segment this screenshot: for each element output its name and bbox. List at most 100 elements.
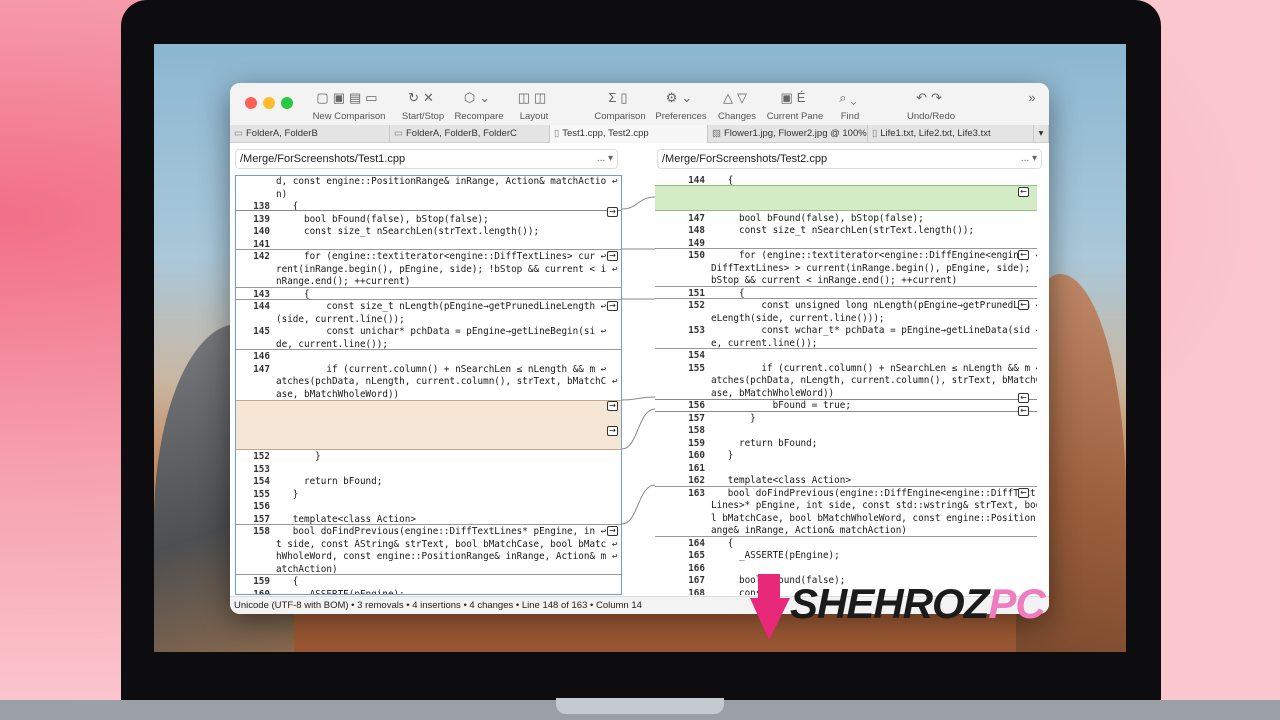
copy-right-arrow-icon[interactable]: → bbox=[607, 526, 618, 536]
chevron-right-double-icon: » bbox=[1028, 90, 1040, 105]
line-number: 140 bbox=[253, 226, 270, 237]
image-icon: ▨ bbox=[712, 128, 721, 139]
copy-right-arrow-icon[interactable]: → bbox=[607, 251, 618, 261]
code-text: n) bbox=[276, 188, 288, 200]
tab-test-cpp[interactable]: ▯ Test1.cpp, Test2.cpp bbox=[550, 125, 708, 143]
copy-right-arrow-icon[interactable]: → bbox=[607, 426, 618, 436]
code-line: 161 bbox=[655, 463, 1037, 476]
connector-line bbox=[622, 196, 655, 210]
code-line: 138 { bbox=[236, 201, 621, 214]
new-comparison-icons: ▢▣▤▭ bbox=[316, 90, 382, 105]
path-menu-button[interactable]: ... ▾ bbox=[1021, 150, 1037, 168]
code-line: 147 if (current.column() + nSearchLen ≤ … bbox=[236, 364, 621, 377]
line-number: 139 bbox=[253, 213, 270, 225]
tab-flower-jpg[interactable]: ▨ Flower1.jpg, Flower2.jpg @ 100% bbox=[708, 125, 868, 143]
minimize-window-button[interactable] bbox=[263, 97, 275, 109]
code-line: atches(pchData, nLength, current.column(… bbox=[236, 376, 621, 389]
copy-left-arrow-icon[interactable]: ← bbox=[1018, 393, 1029, 403]
right-file-path[interactable]: /Merge/ForScreenshots/Test2.cpp... ▾ bbox=[657, 149, 1042, 169]
tab-overflow-button[interactable]: ▾ bbox=[1034, 125, 1049, 143]
code-line: 147 bool bFound(false), bStop(false); bbox=[655, 213, 1037, 226]
document-icon: ▯ bbox=[554, 128, 560, 139]
copy-left-arrow-icon[interactable]: ← bbox=[1018, 250, 1029, 260]
code-text: atches(pchData, nLength, current.column(… bbox=[276, 376, 618, 387]
path-menu-button[interactable]: ... ▾ bbox=[597, 150, 613, 168]
recompare-button[interactable]: ⬡⌄ Recompare bbox=[453, 90, 505, 122]
preferences-button[interactable]: ⚙⌄ Preferences bbox=[654, 90, 708, 122]
toolbar: ▢▣▤▭ New Comparison ↻✕ Start/Stop ⬡⌄ Recomp… bbox=[230, 83, 1049, 125]
code-text: return bFound; bbox=[276, 476, 383, 487]
line-number: 154 bbox=[688, 350, 705, 361]
code-text: atches(pchData, nLength, current.column(… bbox=[711, 375, 1037, 386]
copy-left-arrow-icon[interactable]: ← bbox=[1018, 187, 1029, 197]
line-number: 148 bbox=[688, 225, 705, 236]
line-number: 158 bbox=[688, 425, 705, 436]
diff-change-block bbox=[236, 524, 621, 575]
left-code-pane[interactable]: 160 _ASSERTE(pEngine); 159 {atchAction) hW… bbox=[235, 175, 622, 595]
code-text: { bbox=[276, 576, 299, 587]
line-number: 164 bbox=[688, 537, 705, 549]
line-number: 166 bbox=[688, 562, 705, 574]
copy-right-arrow-icon[interactable]: → bbox=[607, 301, 618, 311]
line-number: 147 bbox=[253, 363, 270, 375]
code-line: 157 } bbox=[655, 413, 1037, 426]
code-text: } bbox=[711, 412, 756, 424]
right-code-pane[interactable]: 168 const 167 bool bFound(false); 166 165 _… bbox=[655, 175, 1037, 595]
code-text: { bbox=[276, 288, 310, 300]
start-stop-button[interactable]: ↻✕ Start/Stop bbox=[400, 90, 446, 122]
changes-icons: △▽ bbox=[723, 90, 751, 105]
left-file-path[interactable]: /Merge/ForScreenshots/Test1.cpp... ▾ bbox=[235, 149, 618, 169]
copy-left-arrow-icon[interactable]: ← bbox=[1018, 406, 1029, 416]
diff-separator bbox=[655, 399, 1037, 400]
line-number: 160 bbox=[253, 588, 270, 595]
zoom-window-button[interactable] bbox=[281, 97, 293, 109]
code-line: 159 return bFound; bbox=[655, 438, 1037, 451]
gear-icon: ⚙⌄ bbox=[665, 90, 697, 105]
line-number: 155 bbox=[688, 362, 705, 374]
line-number: 159 bbox=[688, 437, 705, 449]
code-text: } bbox=[276, 488, 299, 500]
code-text: if (current.column() + nSearchLen ≤ nLen… bbox=[711, 362, 1037, 374]
diff-change-block bbox=[236, 299, 621, 350]
tab-folder-ab[interactable]: ▭ FolderA, FolderB bbox=[230, 125, 390, 143]
line-number: 167 bbox=[688, 575, 705, 586]
code-text: } bbox=[276, 451, 321, 462]
code-text: const size_t nSearchLen(strText.length()… bbox=[711, 225, 975, 236]
code-line: atches(pchData, nLength, current.column(… bbox=[655, 375, 1037, 388]
code-text: { bbox=[711, 537, 734, 549]
copy-right-arrow-icon[interactable]: → bbox=[607, 401, 618, 411]
layout-icons: ◫◫ bbox=[517, 90, 551, 105]
code-line: 152 } bbox=[236, 451, 621, 464]
recompare-icon: ⬡⌄ bbox=[463, 90, 495, 105]
copy-left-arrow-icon[interactable]: ← bbox=[1018, 488, 1029, 498]
current-pane-button[interactable]: ▣É Current Pane bbox=[766, 90, 824, 122]
code-text: bool bFound(false), bStop(false); bbox=[711, 212, 924, 224]
code-line: 154 return bFound; bbox=[236, 476, 621, 489]
tab-life-txt[interactable]: ▯ Life1.txt, Life2.txt, Life3.txt bbox=[868, 125, 1034, 143]
code-line: 160 _ASSERTE(pEngine); bbox=[236, 588, 621, 595]
line-number: 168 bbox=[688, 587, 705, 596]
code-line: 159 { bbox=[236, 576, 621, 589]
diff-separator bbox=[655, 411, 1037, 412]
diff-change-block bbox=[655, 486, 1037, 537]
changes-button[interactable]: △▽ Changes bbox=[716, 90, 758, 122]
layout-button[interactable]: ◫◫ Layout bbox=[512, 90, 556, 122]
copy-right-arrow-icon[interactable]: → bbox=[607, 207, 618, 217]
copy-left-arrow-icon[interactable]: ← bbox=[1018, 300, 1029, 310]
laptop-notch bbox=[556, 698, 724, 714]
code-text: bool bFound(false), bStop(false); bbox=[276, 213, 489, 225]
code-line: 164 { bbox=[655, 538, 1037, 551]
line-number: 152 bbox=[253, 451, 270, 462]
find-button[interactable]: ⌕⌄ Find bbox=[832, 90, 868, 122]
tab-folder-abc[interactable]: ▭ FolderA, FolderB, FolderC bbox=[390, 125, 550, 143]
toolbar-overflow-button[interactable]: » bbox=[1026, 90, 1042, 108]
diff-removal-block bbox=[236, 400, 621, 450]
comparison-button[interactable]: Σ▯ Comparison bbox=[594, 90, 646, 122]
code-line: 156 bbox=[236, 501, 621, 514]
folder-icon: ▭ bbox=[234, 128, 243, 139]
close-window-button[interactable] bbox=[245, 97, 257, 109]
new-comparison-button[interactable]: ▢▣▤▭ New Comparison bbox=[312, 90, 386, 122]
tab-bar: ▭ FolderA, FolderB ▭ FolderA, FolderB, Fol… bbox=[230, 125, 1049, 143]
watermark-arrow-icon bbox=[750, 574, 790, 640]
undo-redo-button[interactable]: ↶↷ Undo/Redo bbox=[906, 90, 956, 122]
